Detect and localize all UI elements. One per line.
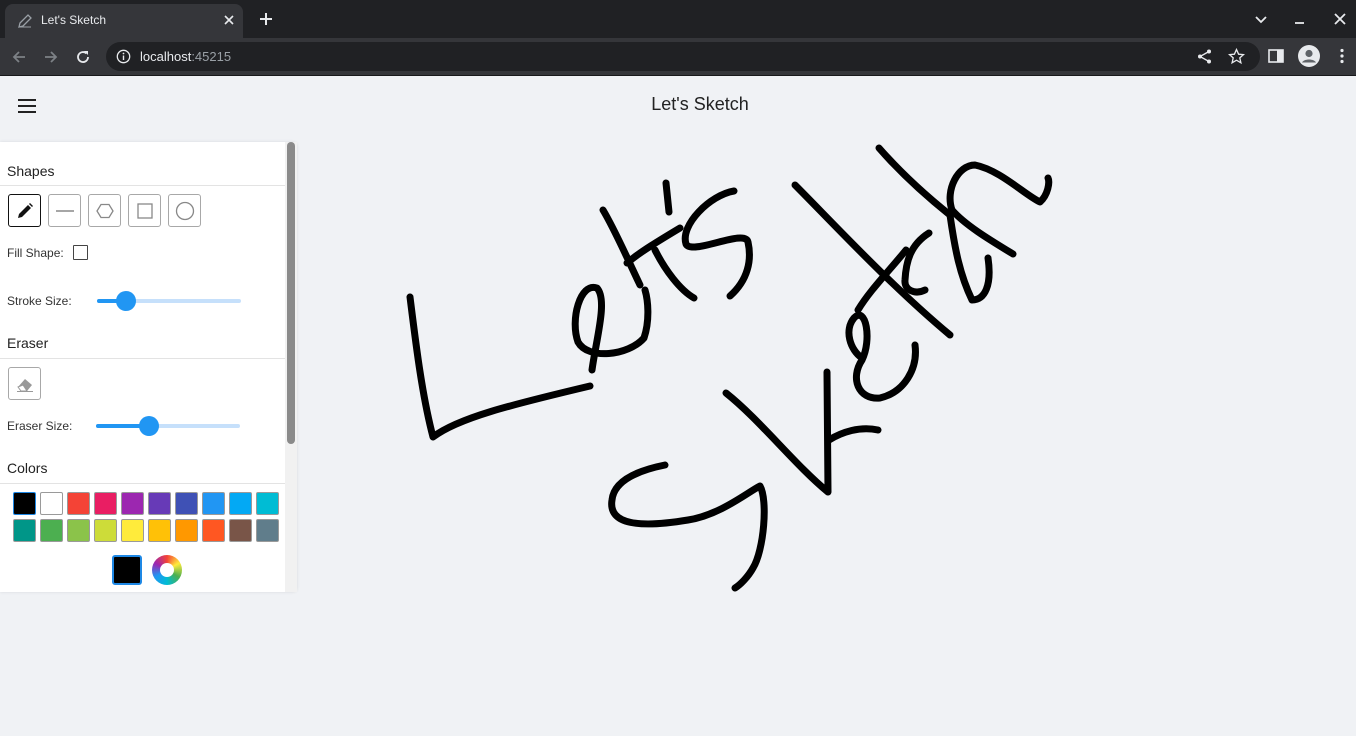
sketch-stroke (623, 224, 684, 267)
color-swatch[interactable] (67, 492, 90, 515)
pencil-favicon-icon (18, 14, 32, 28)
stroke-size-slider[interactable] (97, 291, 241, 311)
sketch-stroke (599, 206, 644, 289)
rectangle-tool-button[interactable] (128, 194, 161, 227)
back-icon[interactable] (10, 48, 28, 66)
divider (0, 483, 285, 484)
sketch-stroke (854, 246, 910, 314)
tab-search-chevron-icon[interactable] (1253, 11, 1269, 27)
eraser-size-label: Eraser Size: (7, 419, 73, 433)
sketch-stroke (651, 246, 698, 302)
eraser-size-thumb[interactable] (139, 416, 160, 436)
sketch-stroke (406, 293, 594, 441)
sketch-stroke (845, 311, 919, 402)
fill-shape-checkbox[interactable] (73, 245, 88, 260)
minimize-icon[interactable] (1292, 11, 1308, 27)
url-port: :45215 (191, 49, 232, 64)
color-swatch[interactable] (94, 492, 117, 515)
divider (0, 358, 285, 359)
sketch-stroke (946, 161, 1053, 258)
address-bar[interactable]: localhost:45215 (106, 42, 1260, 71)
app-title: Let's Sketch (651, 94, 749, 114)
fill-shape-label: Fill Shape: (7, 246, 64, 260)
sketch-stroke (681, 187, 753, 300)
eraser-icon (17, 379, 33, 392)
color-swatch[interactable] (40, 492, 63, 515)
eraser-section-title: Eraser (7, 335, 49, 351)
forward-icon[interactable] (42, 48, 60, 66)
tab-title: Let's Sketch (41, 13, 106, 27)
bookmark-star-icon[interactable] (1228, 48, 1245, 65)
color-swatch[interactable] (175, 492, 198, 515)
pencil-icon (18, 203, 33, 218)
color-swatch[interactable] (256, 519, 279, 542)
color-swatch[interactable] (229, 492, 252, 515)
stroke-size-label: Stroke Size: (7, 294, 72, 308)
browser-tab[interactable]: Let's Sketch (5, 4, 243, 38)
circle-icon (175, 201, 195, 221)
stroke-size-thumb[interactable] (115, 291, 136, 311)
share-icon[interactable] (1196, 48, 1213, 65)
polygon-icon (96, 203, 114, 219)
browser-menu-icon[interactable] (1333, 47, 1351, 65)
url-text: localhost:45215 (140, 49, 231, 64)
color-swatch[interactable] (67, 519, 90, 542)
url-host: localhost (140, 49, 192, 64)
sketch-stroke (875, 144, 993, 304)
panel-scrollbar[interactable] (285, 142, 297, 592)
sketch-stroke (825, 425, 882, 444)
color-swatch[interactable] (256, 492, 279, 515)
close-tab-icon[interactable] (221, 12, 237, 28)
color-swatch[interactable] (148, 492, 171, 515)
panel-scrollbar-thumb[interactable] (287, 142, 295, 444)
sketch-stroke (901, 229, 933, 296)
side-panel-icon[interactable] (1267, 47, 1285, 65)
color-swatch[interactable] (13, 519, 36, 542)
profile-avatar-icon[interactable] (1297, 44, 1321, 68)
color-swatch[interactable] (175, 519, 198, 542)
sketch-stroke (571, 284, 652, 374)
polygon-tool-button[interactable] (88, 194, 121, 227)
site-info-icon[interactable] (116, 49, 131, 64)
eraser-tool-button[interactable] (8, 367, 41, 400)
color-swatch[interactable] (13, 492, 36, 515)
color-swatch[interactable] (202, 492, 225, 515)
browser-toolbar: localhost:45215 (0, 38, 1356, 76)
color-swatch[interactable] (229, 519, 252, 542)
tools-panel: Shapes Fill Shape: Stroke Size: Eraser E… (0, 142, 297, 592)
close-window-icon[interactable] (1332, 11, 1348, 27)
app-header: Let's Sketch (0, 76, 1356, 136)
color-swatch[interactable] (40, 519, 63, 542)
selected-color-swatch[interactable] (112, 555, 142, 585)
color-swatch[interactable] (121, 519, 144, 542)
sketch-stroke (791, 181, 954, 339)
circle-tool-button[interactable] (168, 194, 201, 227)
rectangle-icon (137, 203, 153, 219)
browser-tab-strip: Let's Sketch (0, 0, 1356, 38)
pencil-tool-button[interactable] (8, 194, 41, 227)
sketch-stroke (608, 461, 768, 592)
new-tab-icon[interactable] (258, 11, 274, 27)
color-swatch[interactable] (94, 519, 117, 542)
line-tool-button[interactable] (48, 194, 81, 227)
color-swatch[interactable] (121, 492, 144, 515)
eraser-size-slider[interactable] (96, 416, 240, 436)
divider (0, 185, 285, 186)
line-icon (56, 210, 74, 212)
sketch-stroke (722, 368, 832, 496)
sketch-stroke (662, 179, 673, 216)
shapes-section-title: Shapes (7, 163, 55, 179)
reload-icon[interactable] (74, 48, 92, 66)
color-wheel-icon[interactable] (152, 555, 182, 585)
colors-section-title: Colors (7, 460, 48, 476)
color-swatch[interactable] (202, 519, 225, 542)
color-swatch[interactable] (148, 519, 171, 542)
